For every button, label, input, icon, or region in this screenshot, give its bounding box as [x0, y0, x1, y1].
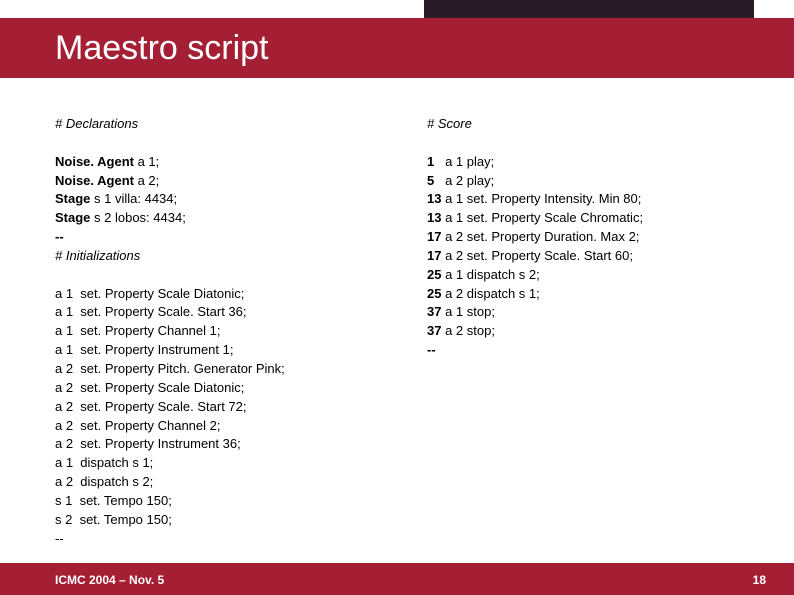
code-rest: a 2;: [138, 173, 160, 188]
code-line: --: [427, 341, 739, 360]
time-index: 17: [427, 248, 441, 263]
code-line: a 2 set. Property Channel 2;: [55, 417, 367, 436]
code-line: a 1 set. Property Channel 1;: [55, 322, 367, 341]
code-line: 1 a 1 play;: [427, 153, 739, 172]
decorative-top-block: [424, 0, 754, 18]
time-index: 37: [427, 323, 441, 338]
time-index: 25: [427, 267, 441, 282]
code-line: a 1 set. Property Instrument 1;: [55, 341, 367, 360]
code-line: 13 a 1 set. Property Scale Chromatic;: [427, 209, 739, 228]
code-rest: a 2 stop;: [441, 323, 494, 338]
code-line: 37 a 1 stop;: [427, 303, 739, 322]
footer-left-text: ICMC 2004 – Nov. 5: [55, 573, 164, 587]
code-line: 17 a 2 set. Property Duration. Max 2;: [427, 228, 739, 247]
code-line: a 1 set. Property Scale. Start 36;: [55, 303, 367, 322]
code-line: a 2 set. Property Pitch. Generator Pink;: [55, 360, 367, 379]
code-line: Noise. Agent a 1;: [55, 153, 367, 172]
keyword: --: [55, 229, 64, 244]
code-line: a 2 dispatch s 2;: [55, 473, 367, 492]
code-line: a 1 set. Property Scale Diatonic;: [55, 285, 367, 304]
keyword: Stage: [55, 191, 94, 206]
code-rest: s 2 lobos: 4434;: [94, 210, 186, 225]
footer-page-number: 18: [753, 573, 766, 587]
code-rest: a 2 set. Property Scale. Start 60;: [441, 248, 632, 263]
keyword: Noise. Agent: [55, 154, 138, 169]
code-line: a 1 dispatch s 1;: [55, 454, 367, 473]
code-rest: a 1 play;: [434, 154, 494, 169]
slide-title: Maestro script: [55, 29, 269, 68]
code-rest: a 1 stop;: [441, 304, 494, 319]
code-rest: s 1 villa: 4434;: [94, 191, 177, 206]
code-line: Stage s 1 villa: 4434;: [55, 190, 367, 209]
code-line: 25 a 1 dispatch s 2;: [427, 266, 739, 285]
code-rest: a 1 set. Property Intensity. Min 80;: [441, 191, 641, 206]
keyword: Stage: [55, 210, 94, 225]
code-rest: a 1 dispatch s 2;: [441, 267, 539, 282]
code-line: Stage s 2 lobos: 4434;: [55, 209, 367, 228]
score-block: 1 a 1 play;5 a 2 play;13 a 1 set. Proper…: [427, 153, 739, 360]
code-line: --: [55, 228, 367, 247]
score-heading: # Score: [427, 115, 739, 134]
code-line: a 2 set. Property Instrument 36;: [55, 435, 367, 454]
title-bar: Maestro script: [0, 18, 794, 78]
code-line: 37 a 2 stop;: [427, 322, 739, 341]
code-rest: a 2 play;: [434, 173, 494, 188]
code-line: --: [55, 530, 367, 549]
time-index: 37: [427, 304, 441, 319]
code-line: s 1 set. Tempo 150;: [55, 492, 367, 511]
time-index: 13: [427, 210, 441, 225]
code-line: a 2 set. Property Scale. Start 72;: [55, 398, 367, 417]
code-line: 17 a 2 set. Property Scale. Start 60;: [427, 247, 739, 266]
left-column: # Declarations Noise. Agent a 1;Noise. A…: [55, 115, 367, 540]
left-body-block: a 1 set. Property Scale Diatonic;a 1 set…: [55, 285, 367, 549]
code-line: 13 a 1 set. Property Intensity. Min 80;: [427, 190, 739, 209]
code-rest: a 1 set. Property Scale Chromatic;: [441, 210, 643, 225]
declarations-block: Noise. Agent a 1;Noise. Agent a 2;Stage …: [55, 153, 367, 247]
code-rest: a 1;: [138, 154, 160, 169]
code-line: Noise. Agent a 2;: [55, 172, 367, 191]
code-line: 5 a 2 play;: [427, 172, 739, 191]
time-index: 17: [427, 229, 441, 244]
keyword: Noise. Agent: [55, 173, 138, 188]
code-rest: a 2 set. Property Duration. Max 2;: [441, 229, 639, 244]
initializations-heading: # Initializations: [55, 247, 367, 266]
code-line: 25 a 2 dispatch s 1;: [427, 285, 739, 304]
declarations-heading: # Declarations: [55, 115, 367, 134]
time-index: 25: [427, 286, 441, 301]
code-line: a 2 set. Property Scale Diatonic;: [55, 379, 367, 398]
code-rest: a 2 dispatch s 1;: [441, 286, 539, 301]
right-column: # Score 1 a 1 play;5 a 2 play;13 a 1 set…: [427, 115, 739, 540]
content-area: # Declarations Noise. Agent a 1;Noise. A…: [55, 115, 739, 540]
code-line: s 2 set. Tempo 150;: [55, 511, 367, 530]
time-index: --: [427, 342, 436, 357]
time-index: 13: [427, 191, 441, 206]
